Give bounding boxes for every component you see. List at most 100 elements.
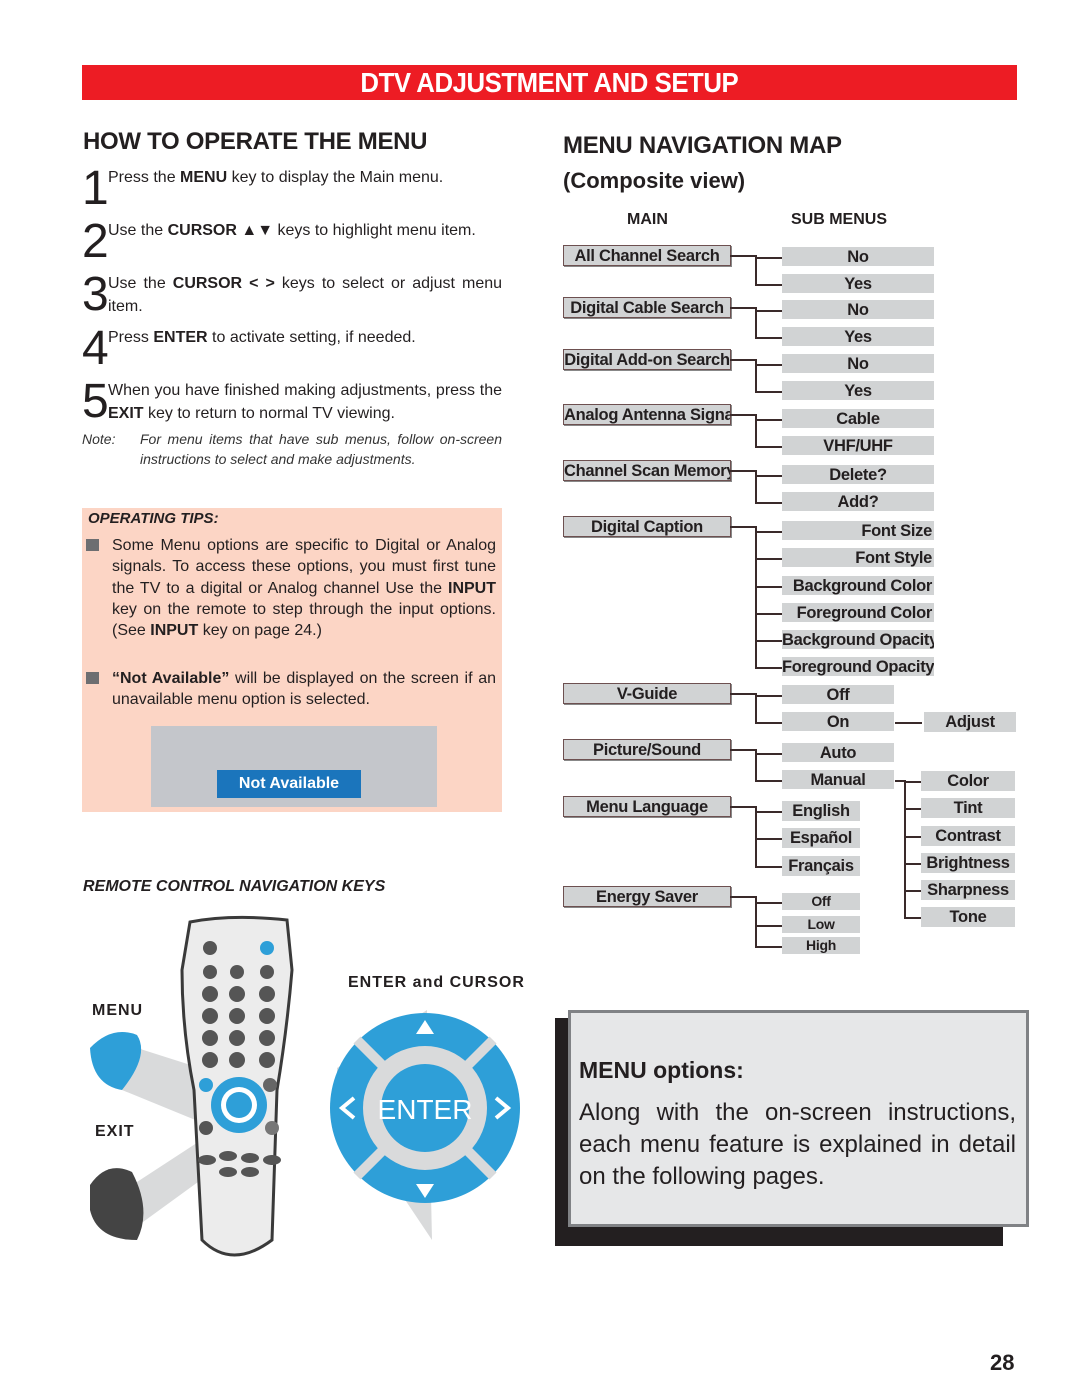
digit-button[interactable] [259, 1008, 275, 1024]
sub-menu-item[interactable]: Cable [782, 409, 934, 428]
digit-button[interactable] [259, 1030, 275, 1046]
sub-menu-item[interactable]: Font Style [782, 548, 934, 567]
sub-menu-item[interactable]: Manual [782, 770, 894, 789]
connector-line [755, 925, 782, 927]
sub-menu-item[interactable]: Off [782, 893, 860, 910]
main-menu-item[interactable]: Picture/Sound [563, 739, 731, 760]
third-level-item[interactable]: Sharpness [921, 880, 1015, 900]
page-number: 28 [990, 1350, 1015, 1375]
sub-menu-item[interactable]: No [782, 354, 934, 373]
sub-menu-item[interactable]: Off [782, 685, 894, 704]
connector-line [755, 586, 782, 588]
connector-line [755, 640, 782, 642]
sub-menu-item[interactable]: Background Color [782, 576, 934, 595]
menu-options-title: MENU options: [579, 1057, 744, 1083]
connector-line [755, 255, 757, 285]
connector-line [755, 284, 782, 286]
connector-line [904, 836, 922, 838]
menu-options-body: Along with the on-screen instructions, e… [579, 1099, 1016, 1190]
sub-menu-item[interactable]: VHF/UHF [782, 436, 934, 455]
sub-menu-item[interactable]: No [782, 300, 934, 319]
connector-line [730, 693, 756, 695]
channel-down-button[interactable] [202, 1052, 218, 1068]
connector-line [730, 749, 756, 751]
connector-line [755, 667, 782, 669]
connector-line [904, 890, 922, 892]
sub-menu-item[interactable]: Delete? [782, 465, 934, 484]
main-menu-item[interactable]: Menu Language [563, 796, 731, 817]
sleep-button[interactable] [265, 1121, 279, 1135]
sub-menu-item[interactable]: Foreground Opacity [782, 657, 934, 676]
third-level-item[interactable]: Contrast [921, 826, 1015, 846]
connector-line [904, 808, 922, 810]
main-menu-item[interactable]: Digital Caption [563, 516, 731, 537]
sub-menu-item[interactable]: Yes [782, 381, 934, 400]
connector-line [755, 257, 782, 259]
third-level-item[interactable]: Adjust [924, 712, 1016, 732]
digit-button[interactable] [202, 1008, 218, 1024]
menu-navigation-map: All Channel Search No Yes Digital Cable Sea… [0, 0, 1080, 1000]
sub-menu-item[interactable]: Yes [782, 327, 934, 346]
menu-button-small[interactable] [199, 1078, 213, 1092]
sub-menu-item[interactable]: Español [782, 828, 860, 848]
exit-key-enlarged [90, 1168, 144, 1240]
sub-menu-item[interactable]: Français [782, 856, 860, 876]
sub-menu-item[interactable]: Yes [782, 274, 934, 293]
sub-menu-item[interactable]: Auto [782, 743, 894, 762]
connector-line [755, 419, 782, 421]
exit-button-small[interactable] [199, 1121, 213, 1135]
digit-button[interactable] [229, 1052, 245, 1068]
sub-menu-item[interactable]: Font Size [782, 521, 934, 540]
connector-line [755, 838, 782, 840]
third-level-item[interactable]: Tone [921, 907, 1015, 927]
main-menu-item[interactable]: Analog Antenna Signal [563, 404, 731, 425]
connector-line [895, 722, 922, 724]
enter-button-small[interactable] [226, 1092, 252, 1118]
connector-line [730, 359, 756, 361]
main-menu-item[interactable]: Digital Cable Search [563, 297, 731, 318]
connector-line [755, 806, 757, 867]
connector-line [904, 781, 922, 783]
main-menu-item[interactable]: All Channel Search [563, 245, 731, 266]
third-level-item[interactable]: Color [921, 771, 1015, 791]
connector-line [730, 806, 756, 808]
third-level-item[interactable]: Tint [921, 798, 1015, 818]
connector-line [755, 502, 782, 504]
connector-line [904, 917, 922, 919]
recall-button[interactable] [263, 1078, 277, 1092]
connector-line [755, 811, 782, 813]
connector-line [755, 526, 757, 668]
menu-options-box: MENU options: Along with the on-screen i… [568, 1010, 1029, 1227]
channel-up-button[interactable] [259, 1052, 275, 1068]
connector-line [755, 446, 782, 448]
main-menu-item[interactable]: V-Guide [563, 683, 731, 704]
digit-button[interactable] [229, 1030, 245, 1046]
main-menu-item[interactable]: Energy Saver [563, 886, 731, 907]
connector-line [904, 780, 906, 918]
connector-line [755, 613, 782, 615]
connector-line [755, 693, 757, 723]
sub-menu-item[interactable]: High [782, 937, 860, 954]
digit-button[interactable] [202, 1030, 218, 1046]
connector-line [755, 531, 782, 533]
sub-menu-item[interactable]: Foreground Color [782, 603, 934, 622]
connector-line [755, 866, 782, 868]
connector-line [904, 863, 922, 865]
third-level-item[interactable]: Brightness [921, 853, 1015, 873]
connector-line [755, 391, 782, 393]
digit-button[interactable] [229, 1008, 245, 1024]
connector-line [755, 780, 782, 782]
connector-line [730, 307, 756, 309]
enter-key-label: ENTER [378, 1094, 473, 1125]
sub-menu-item[interactable]: No [782, 247, 934, 266]
sub-menu-item[interactable]: English [782, 801, 860, 821]
connector-line [755, 558, 782, 560]
main-menu-item[interactable]: Digital Add-on Search [563, 349, 731, 370]
sub-menu-item[interactable]: Add? [782, 492, 934, 511]
sub-menu-item[interactable]: Background Opacity [782, 630, 934, 649]
main-menu-item[interactable]: Channel Scan Memory [563, 460, 731, 481]
sub-menu-item[interactable]: Low [782, 916, 860, 933]
sub-menu-item[interactable]: On [782, 712, 894, 731]
connector-line [755, 475, 782, 477]
connector-line [755, 722, 782, 724]
